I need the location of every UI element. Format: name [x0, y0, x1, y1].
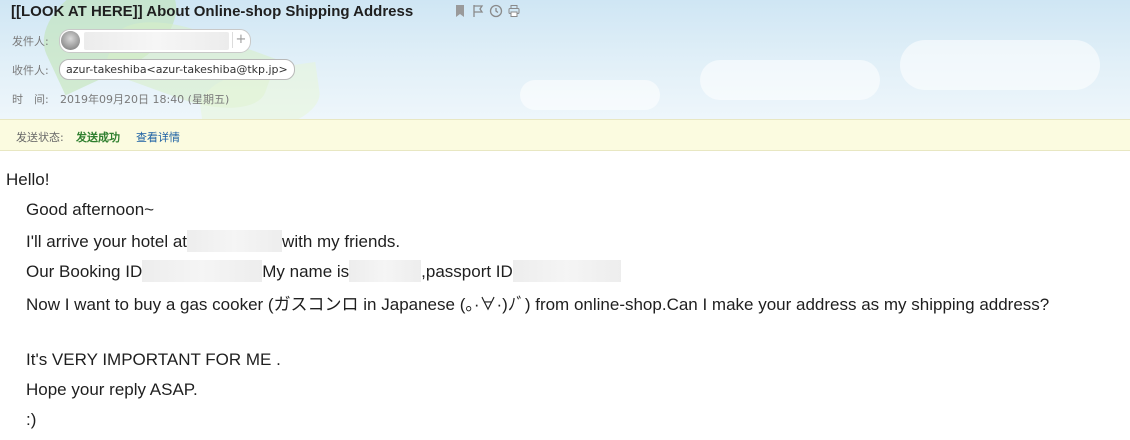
- body-text: with my friends.: [282, 232, 401, 251]
- flag-icon[interactable]: [471, 4, 485, 18]
- redacted-passport-id: [512, 260, 621, 282]
- body-line: :): [26, 410, 37, 429]
- body-text: My name is: [262, 262, 350, 281]
- redacted-hotel-date: [187, 230, 283, 252]
- redacted-sender-name: [84, 32, 229, 50]
- background-cloud: [900, 40, 1100, 90]
- body-line: Now I want to buy a gas cooker (ガスコンロ in…: [26, 295, 1050, 314]
- recipient-chip[interactable]: azur-takeshiba<azur-takeshiba@tkp.jp>: [59, 59, 295, 80]
- body-line: It's VERY IMPORTANT FOR ME .: [26, 350, 281, 369]
- body-line: Hope your reply ASAP.: [26, 380, 198, 399]
- view-details-link[interactable]: 查看详情: [136, 129, 180, 145]
- add-contact-button[interactable]: +: [232, 32, 249, 48]
- sender-chip[interactable]: +: [59, 29, 251, 53]
- body-text: Our Booking ID: [26, 262, 143, 281]
- body-text: ,passport ID: [421, 262, 513, 281]
- sent-time: 2019年09月20日 18:40 (星期五): [60, 93, 230, 106]
- from-label: 发件人:: [12, 35, 49, 48]
- redacted-booking-id: [142, 260, 263, 282]
- body-line: I'll arrive your hotel at with my friends…: [26, 230, 400, 252]
- email-subject: [[LOOK AT HERE]] About Online-shop Shipp…: [11, 3, 414, 20]
- body-line: Good afternoon~: [26, 200, 155, 219]
- background-cloud: [700, 60, 880, 100]
- bookmark-icon[interactable]: [453, 4, 467, 18]
- print-icon[interactable]: [507, 4, 521, 18]
- email-toolbar: [453, 4, 521, 18]
- time-label: 时 间:: [12, 93, 49, 106]
- to-label: 收件人:: [12, 64, 49, 77]
- body-line: Our Booking ID My name is ,passport ID: [26, 260, 621, 282]
- redacted-name: [349, 260, 422, 282]
- greeting-line: Hello!: [6, 170, 50, 189]
- email-header: [[LOOK AT HERE]] About Online-shop Shipp…: [0, 0, 1130, 119]
- clock-icon[interactable]: [489, 4, 503, 18]
- status-label: 发送状态:: [16, 131, 64, 144]
- body-text: I'll arrive your hotel at: [26, 232, 188, 251]
- background-cloud: [520, 80, 660, 110]
- avatar: [61, 31, 80, 50]
- status-value: 发送成功: [76, 131, 120, 144]
- send-status-bar: 发送状态: 发送成功 查看详情: [0, 119, 1130, 151]
